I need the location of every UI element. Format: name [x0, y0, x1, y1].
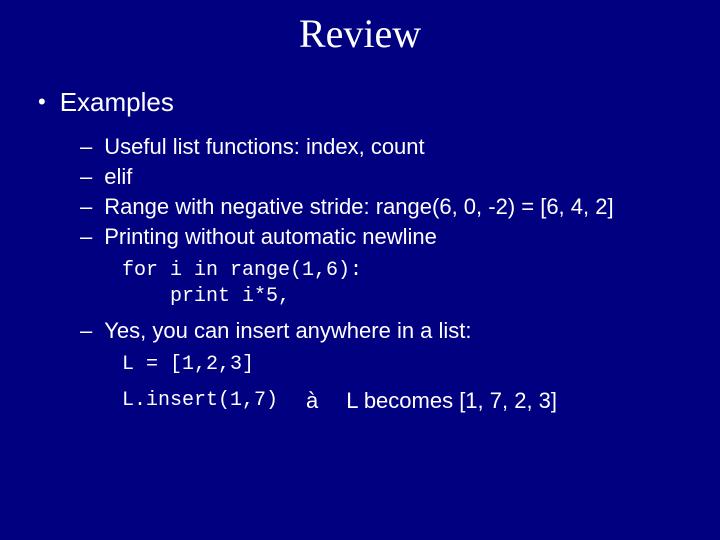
code-block-2: L = [1,2,3] L.insert(1,7) à L becomes [1…	[80, 352, 720, 414]
code-block-1: for i in range(1,6): print i*5,	[80, 258, 720, 310]
slide-content: • Examples – Useful list functions: inde…	[0, 87, 720, 414]
sub-bullets: – Useful list functions: index, count – …	[38, 134, 720, 414]
code-line: for i in range(1,6):	[122, 258, 720, 284]
slide-title: Review	[0, 10, 720, 57]
list-item: – elif	[80, 164, 720, 190]
l2-text: Yes, you can insert anywhere in a list:	[104, 318, 471, 344]
dash-icon: –	[80, 164, 92, 190]
code-line: L = [1,2,3]	[122, 352, 720, 378]
arrow-icon: à	[306, 388, 318, 414]
dash-icon: –	[80, 224, 92, 250]
bullet-level1: • Examples	[38, 87, 720, 118]
slide: Review • Examples – Useful list function…	[0, 0, 720, 540]
dash-icon: –	[80, 318, 92, 344]
l2-text: Range with negative stride: range(6, 0, …	[104, 194, 613, 220]
list-item: – Printing without automatic newline	[80, 224, 720, 250]
l2-text: Printing without automatic newline	[104, 224, 437, 250]
list-item: – Yes, you can insert anywhere in a list…	[80, 318, 720, 344]
l1-text: Examples	[60, 87, 174, 118]
l2-text: Useful list functions: index, count	[104, 134, 424, 160]
dash-icon: –	[80, 134, 92, 160]
code-line: L.insert(1,7)	[122, 388, 278, 414]
list-item: – Range with negative stride: range(6, 0…	[80, 194, 720, 220]
list-item: – Useful list functions: index, count	[80, 134, 720, 160]
code-result-row: L.insert(1,7) à L becomes [1, 7, 2, 3]	[122, 388, 720, 414]
bullet-dot-icon: •	[38, 87, 46, 117]
spacer	[122, 378, 720, 388]
code-line: print i*5,	[122, 284, 720, 310]
result-text: L becomes [1, 7, 2, 3]	[346, 388, 557, 414]
l2-text: elif	[104, 164, 132, 190]
dash-icon: –	[80, 194, 92, 220]
